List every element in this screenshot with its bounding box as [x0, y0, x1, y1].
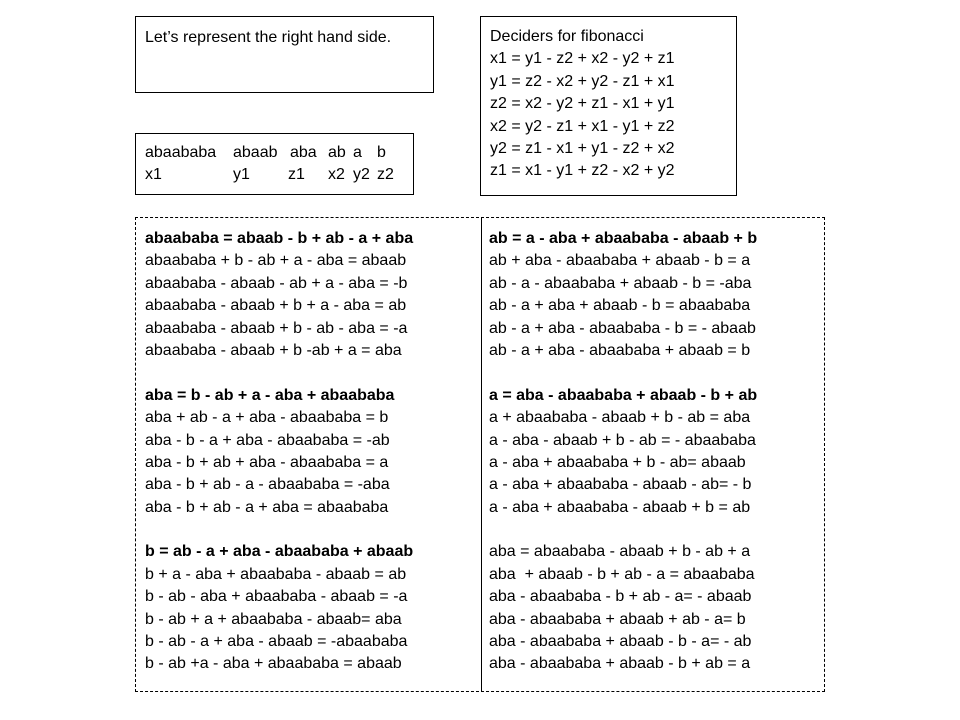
mapping-words-row: abaababa abaab aba ab a b	[145, 142, 404, 164]
left-equation-column: abaababa = abaab - b + ab - a + aba abaa…	[145, 228, 413, 676]
decider-line: x2 = y2 - z1 + x1 - y1 + z2	[490, 117, 675, 135]
equation-line: ab - a + aba - abaababa + abaab = b	[489, 341, 751, 359]
equation-line: abaababa - abaab + b -ab + a = aba	[145, 341, 402, 359]
intro-text: Let’s represent the right hand side.	[145, 29, 392, 46]
equation-line: a - aba - abaab + b - ab = - abaababa	[489, 431, 756, 449]
mapping-word: b	[377, 144, 386, 161]
equation-line: aba - b + ab - a - abaababa = -aba	[145, 476, 390, 494]
equation-line: b + a - aba + abaababa - abaab = ab	[145, 565, 407, 583]
equation-line: b - ab - a + aba - abaab = -abaababa	[145, 633, 408, 651]
equation-line: abaababa - abaab - ab + a - aba = -b	[145, 274, 408, 292]
equation-line: aba - abaababa + abaab - b - a= - ab	[489, 633, 752, 651]
mapping-var: z2	[377, 166, 394, 184]
equation-line: aba - b + ab - a + aba = abaababa	[145, 498, 389, 516]
equation-line: b - ab +a - aba + abaababa = abaab	[145, 655, 402, 673]
equation-heading: aba = b - ab + a - aba + abaababa	[145, 386, 395, 404]
equation-line: abaababa - abaab + b + a - aba = ab	[145, 297, 407, 315]
decider-line: x1 = y1 - z2 + x2 - y2 + z1	[490, 50, 675, 68]
equation-heading: aba = abaababa - abaab + b - ab + a	[489, 543, 751, 561]
equation-line: aba - abaababa + abaab - b + ab = a	[489, 655, 751, 673]
equation-line: a - aba + abaababa - abaab - ab= - b	[489, 476, 752, 494]
equation-line: abaababa - abaab + b - ab - aba = -a	[145, 319, 408, 337]
equation-heading: a = aba - abaababa + abaab - b + ab	[489, 386, 758, 404]
equation-line: aba - b + ab + aba - abaababa = a	[145, 453, 389, 471]
mapping-word: abaab	[233, 144, 278, 161]
mapping-word: abaababa	[145, 144, 217, 161]
equation-line: aba + abaab - b + ab - a = abaababa	[489, 565, 755, 583]
deciders-note: Deciders for fibonacci x1 = y1 - z2 + x2…	[480, 16, 737, 196]
intro-note: Let’s represent the right hand side.	[135, 16, 434, 93]
right-equation-column: ab = a - aba + abaababa - abaab + b ab +…	[489, 228, 757, 676]
equation-heading: ab = a - aba + abaababa - abaab + b	[489, 230, 758, 247]
equation-line: b - ab - aba + abaababa - abaab = -a	[145, 588, 408, 606]
equation-line: a - aba + abaababa - abaab + b = ab	[489, 498, 751, 516]
equation-heading: b = ab - a + aba - abaababa + abaab	[145, 543, 414, 561]
mapping-word: ab	[328, 144, 346, 161]
column-divider	[481, 217, 482, 692]
equation-line: aba + ab - a + aba - abaababa = b	[145, 409, 389, 427]
mapping-vars-row: x1 y1 z1 x2 y2 z2	[145, 164, 404, 186]
equation-line: b - ab + a + abaababa - abaab= aba	[145, 610, 402, 628]
mapping-var: x2	[328, 166, 345, 184]
equation-line: aba - abaababa - b + ab - a= - abaab	[489, 588, 752, 606]
mapping-var: z1	[288, 166, 305, 184]
equation-line: ab - a + aba + abaab - b = abaababa	[489, 297, 751, 315]
equation-line: ab - a + aba - abaababa - b = - abaab	[489, 319, 756, 337]
equation-heading: abaababa = abaab - b + ab - a + aba	[145, 230, 414, 247]
equation-line: abaababa + b - ab + a - aba = abaab	[145, 252, 407, 270]
equation-line: a + abaababa - abaab + b - ab = aba	[489, 409, 751, 427]
deciders-title: Deciders for fibonacci	[490, 28, 644, 45]
variable-mapping-note: abaababa abaab aba ab a b x1 y1 z1 x2 y2…	[135, 133, 414, 195]
equation-line: ab - a - abaababa + abaab - b = -aba	[489, 274, 752, 292]
equation-line: aba - abaababa + abaab + ab - a= b	[489, 610, 746, 628]
mapping-word: aba	[290, 144, 317, 161]
decider-line: y1 = z2 - x2 + y2 - z1 + x1	[490, 72, 675, 90]
mapping-word: a	[353, 144, 362, 161]
equation-line: a - aba + abaababa + b - ab= abaab	[489, 453, 746, 471]
decider-line: z2 = x2 - y2 + z1 - x1 + y1	[490, 95, 675, 113]
decider-line: z1 = x1 - y1 + z2 - x2 + y2	[490, 162, 675, 180]
decider-line: y2 = z1 - x1 + y1 - z2 + x2	[490, 139, 675, 157]
mapping-var: x1	[145, 166, 162, 184]
mapping-var: y2	[353, 166, 370, 184]
equation-line: ab + aba - abaababa + abaab - b = a	[489, 252, 751, 270]
mapping-var: y1	[233, 166, 250, 184]
equations-panel: abaababa = abaab - b + ab - a + aba abaa…	[135, 217, 825, 692]
equation-line: aba - b - a + aba - abaababa = -ab	[145, 431, 390, 449]
